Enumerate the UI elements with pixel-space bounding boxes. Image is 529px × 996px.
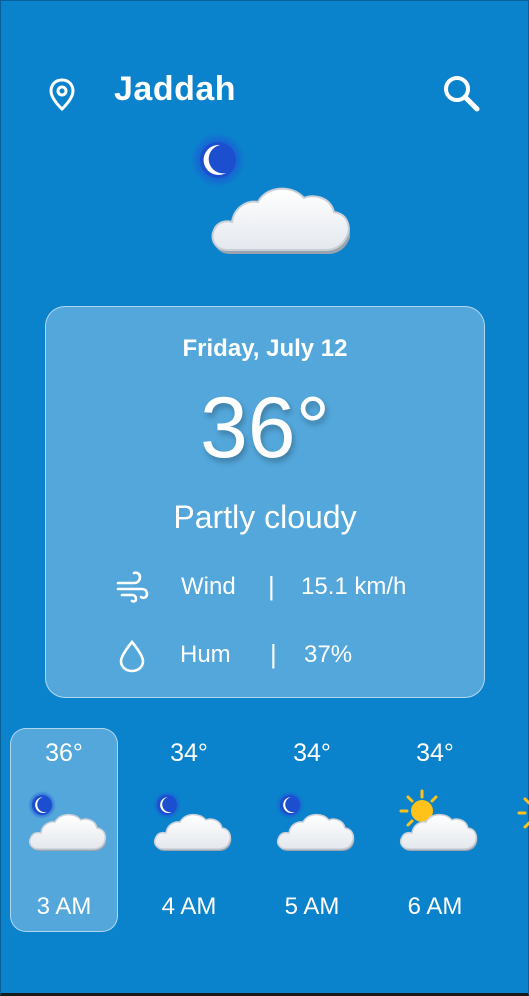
- current-weather-card: Friday, July 12 36° Partly cloudy Wind |…: [45, 306, 485, 698]
- hourly-item[interactable]: 36° 3 AM: [10, 728, 118, 932]
- city-name: Jaddah: [114, 70, 237, 108]
- droplet-icon: [114, 637, 150, 673]
- hourly-time: 4 AM: [161, 893, 217, 920]
- weather-condition: Partly cloudy: [173, 499, 357, 535]
- hourly-temp: 36°: [45, 739, 83, 767]
- humidity-separator: |: [270, 639, 277, 669]
- moon-cloud-icon: [190, 128, 351, 258]
- moon-cloud-icon: [27, 787, 107, 857]
- hourly-time: 5 AM: [284, 893, 340, 920]
- hourly-item[interactable]: 34° 5 AM: [258, 728, 366, 932]
- hourly-temp: 34°: [293, 739, 331, 767]
- humidity-label: Hum: [180, 641, 231, 668]
- hourly-item[interactable]: 34° 6 AM: [381, 728, 489, 932]
- wind-row: Wind | 15.1 km/h: [46, 567, 484, 607]
- search-icon[interactable]: [440, 72, 482, 114]
- sun-icon: [517, 787, 529, 857]
- hourly-temp: 34°: [170, 739, 208, 767]
- wind-separator: |: [268, 571, 275, 601]
- hourly-forecast[interactable]: 36° 3 AM 34° 4 AM 34° 5 AM 34° 6 AM: [0, 728, 529, 934]
- hourly-time: 6 AM: [407, 893, 463, 920]
- humidity-row: Hum | 37%: [46, 635, 484, 675]
- moon-cloud-icon: [152, 787, 232, 857]
- wind-icon: [114, 569, 150, 605]
- wind-label: Wind: [181, 573, 236, 600]
- top-bar: Jaddah: [0, 60, 529, 124]
- hourly-time: 3 AM: [36, 893, 92, 920]
- humidity-value: 37%: [304, 641, 353, 668]
- current-date: Friday, July 12: [182, 335, 348, 362]
- wind-value: 15.1 km/h: [301, 573, 407, 600]
- sun-cloud-icon: [398, 787, 478, 857]
- hourly-item-partial[interactable]: [504, 728, 529, 932]
- moon-cloud-icon: [275, 787, 355, 857]
- current-temperature: 36°: [199, 380, 331, 476]
- hourly-temp: 34°: [416, 739, 454, 767]
- hourly-item[interactable]: 34° 4 AM: [135, 728, 243, 932]
- map-pin-icon[interactable]: [44, 74, 80, 114]
